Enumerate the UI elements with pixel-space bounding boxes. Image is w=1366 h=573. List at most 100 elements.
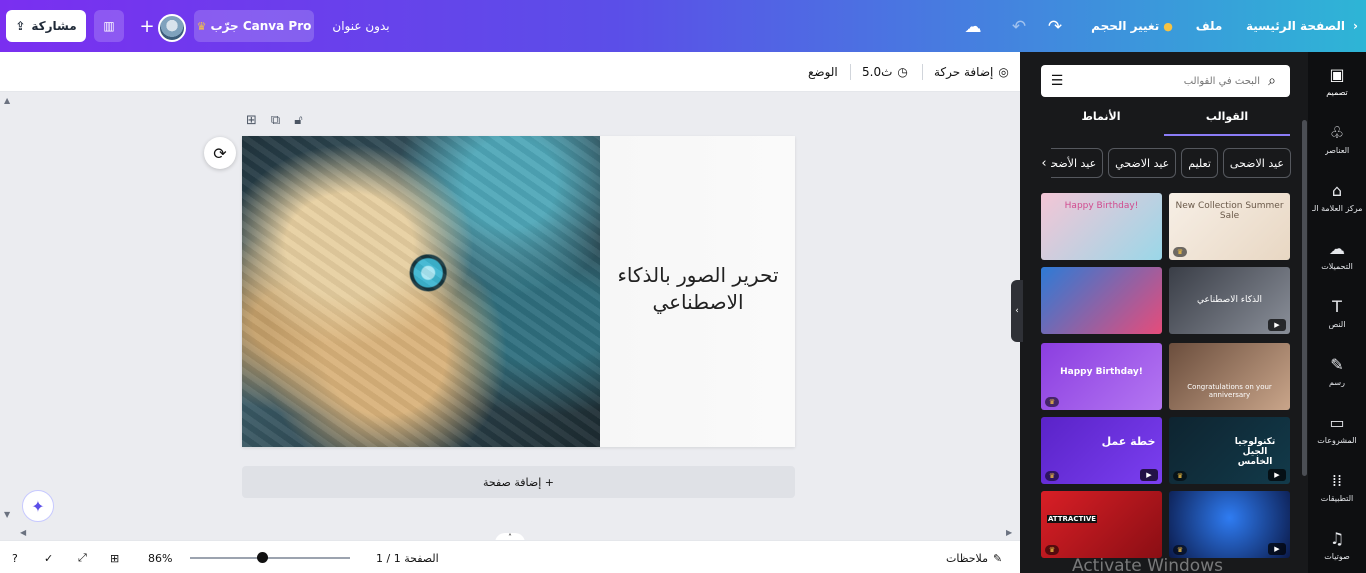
context-toolbar: إضافة حركة ◎ 5.0ث ◷ الوضع — [0, 52, 1020, 92]
play-icon: ▶ — [1268, 319, 1286, 331]
draw-icon: ✎ — [1330, 355, 1344, 374]
side-rail: ▣ تصميم ♧ العناصر ⌂ مركز العلامة الـ ☁ التحم… — [1308, 52, 1366, 573]
zoom-slider-handle[interactable] — [257, 552, 268, 563]
add-page-button[interactable]: + إضافة صفحة — [242, 466, 795, 498]
page-indicator[interactable]: الصفحة 1 / 1 — [376, 550, 439, 566]
chip[interactable]: تعليم — [1181, 148, 1218, 178]
rail-design[interactable]: ▣ تصميم — [1308, 52, 1366, 110]
document-title[interactable]: بدون عنوان — [326, 10, 396, 42]
crown-icon: ♛ — [196, 19, 207, 33]
template-thumb[interactable]: Congratulations on your anniversary — [1169, 343, 1290, 410]
crown-icon: ♛ — [1173, 545, 1187, 555]
rail-text[interactable]: T النص — [1308, 284, 1366, 342]
try-pro-button[interactable]: ♛ جرّب Canva Pro — [194, 10, 314, 42]
music-icon: ♫ — [1329, 529, 1345, 548]
crown-icon: ♛ — [1045, 397, 1059, 407]
collapse-panel-button[interactable]: ‹ — [1011, 280, 1023, 342]
rail-audio[interactable]: ♫ صوتيات — [1308, 516, 1366, 573]
template-thumb[interactable]: ATTRACTIVE ♛ — [1041, 491, 1162, 558]
tab-templates[interactable]: القوالب — [1164, 110, 1290, 136]
shapes-icon: ♧ — [1329, 123, 1345, 142]
template-thumb[interactable]: New Collection Summer Sale ♛ — [1169, 193, 1290, 260]
folder-icon: ▭ — [1329, 413, 1345, 432]
template-thumb[interactable]: الذكاء الاصطناعي ▶ — [1169, 267, 1290, 334]
scroll-right-icon[interactable]: ▶ — [1006, 528, 1012, 537]
filter-icon[interactable]: ☰ — [1047, 71, 1067, 91]
tab-styles[interactable]: الأنماط — [1038, 110, 1164, 136]
template-thumb[interactable]: Happy Birthday! — [1041, 193, 1162, 260]
apps-grid-icon: ⁞⁞ — [1331, 471, 1343, 490]
template-thumb[interactable]: Happy Birthday! ♛ — [1041, 343, 1162, 410]
scroll-up-icon[interactable]: ▲ — [4, 96, 10, 105]
animation-label: إضافة حركة — [934, 65, 994, 79]
play-icon: ▶ — [1140, 469, 1158, 481]
cloud-saved-icon[interactable]: ☁ — [962, 16, 984, 38]
home-link[interactable]: الصفحة الرئيسية › — [1244, 10, 1360, 42]
avatar[interactable] — [158, 14, 186, 42]
rail-projects[interactable]: ▭ المشروعات — [1308, 400, 1366, 458]
dragon-image[interactable] — [242, 136, 600, 447]
rail-brand[interactable]: ⌂ مركز العلامة الـ — [1308, 168, 1366, 226]
template-search[interactable]: ☰ ⌕ — [1041, 65, 1290, 97]
insights-button[interactable]: ▥ — [94, 10, 124, 42]
resize-button[interactable]: تغيير الحجم ● — [1091, 10, 1173, 42]
check-icon[interactable]: ✓ — [44, 550, 53, 566]
rail-apps[interactable]: ⁞⁞ التطبيقات — [1308, 458, 1366, 516]
share-label: مشاركة — [31, 19, 77, 33]
rail-elements[interactable]: ♧ العناصر — [1308, 110, 1366, 168]
windows-activation-watermark: Activate Windows — [1072, 556, 1223, 573]
divider — [850, 64, 851, 80]
redo-icon[interactable]: ↷ — [1044, 16, 1066, 38]
brand-icon: ⌂ — [1331, 181, 1343, 200]
page-tools: ⊞ ⧉ 🔓︎ — [246, 113, 303, 131]
zoom-slider[interactable] — [190, 557, 350, 559]
file-menu[interactable]: ملف — [1192, 10, 1226, 42]
undo-icon[interactable]: ↶ — [1008, 16, 1030, 38]
crown-icon: ● — [1163, 19, 1173, 33]
upload-cloud-icon: ☁ — [1329, 239, 1345, 258]
rail-uploads[interactable]: ☁ التحميلات — [1308, 226, 1366, 284]
grid-view-icon[interactable]: ⊞ — [110, 550, 119, 566]
chevron-right-icon: › — [1353, 19, 1358, 33]
templates-panel: ☰ ⌕ القوالب الأنماط عيد الاضحى تعليم عيد… — [1020, 52, 1308, 573]
position-button[interactable]: الوضع — [808, 62, 838, 82]
add-note-icon[interactable]: ⊞ — [246, 113, 257, 131]
template-thumb[interactable]: تكنولوجيا الجيل الخامس ♛ ▶ — [1169, 417, 1290, 484]
template-thumb[interactable]: خطة عمل ♛ ▶ — [1041, 417, 1162, 484]
lock-icon[interactable]: 🔓︎ — [294, 113, 302, 131]
resize-label: تغيير الحجم — [1091, 19, 1160, 33]
vertical-scrollbar[interactable]: ▲ ▼ — [0, 92, 16, 522]
design-heading[interactable]: تحرير الصور بالذكاء الاصطناعي — [604, 262, 792, 316]
help-icon[interactable]: ? — [12, 550, 18, 566]
chip[interactable]: عيد الاضحي — [1108, 148, 1177, 178]
scroll-left-icon[interactable]: ◀ — [20, 528, 26, 537]
search-input[interactable] — [1075, 71, 1260, 91]
fullscreen-icon[interactable]: ⤢ — [78, 550, 87, 566]
duration-button[interactable]: 5.0ث ◷ — [862, 62, 908, 82]
add-animation-button[interactable]: إضافة حركة ◎ — [934, 62, 1009, 82]
template-thumb[interactable]: ♛ ▶ — [1169, 491, 1290, 558]
share-icon: ⇪ — [15, 19, 26, 33]
chevron-left-icon[interactable]: ‹ — [1037, 148, 1051, 178]
scroll-down-icon[interactable]: ▼ — [4, 510, 10, 519]
zoom-value[interactable]: 86% — [148, 550, 172, 566]
rail-draw[interactable]: ✎ رسم — [1308, 342, 1366, 400]
crown-icon: ♛ — [1045, 471, 1059, 481]
chip[interactable]: عيد الاضحى — [1222, 148, 1291, 178]
plus-icon: + — [139, 15, 155, 37]
rotate-icon[interactable]: ⟳ — [204, 137, 236, 169]
share-button[interactable]: ⇪ مشاركة — [6, 10, 86, 42]
notes-button[interactable]: ملاحظات ✎ — [946, 550, 1002, 566]
design-page[interactable]: تحرير الصور بالذكاء الاصطناعي — [242, 136, 795, 447]
play-icon: ▶ — [1268, 469, 1286, 481]
text-icon: T — [1332, 297, 1342, 316]
clock-icon: ◷ — [897, 65, 908, 79]
panel-scrollbar[interactable] — [1302, 120, 1307, 476]
template-thumb[interactable] — [1041, 267, 1162, 334]
magic-sparkle-icon[interactable]: ✦ — [22, 490, 54, 522]
home-label: الصفحة الرئيسية — [1245, 19, 1346, 33]
play-icon: ▶ — [1268, 543, 1286, 555]
add-collaborator-button[interactable]: + — [136, 10, 158, 42]
duplicate-page-icon[interactable]: ⧉ — [271, 113, 280, 131]
notes-icon: ✎ — [993, 551, 1003, 565]
